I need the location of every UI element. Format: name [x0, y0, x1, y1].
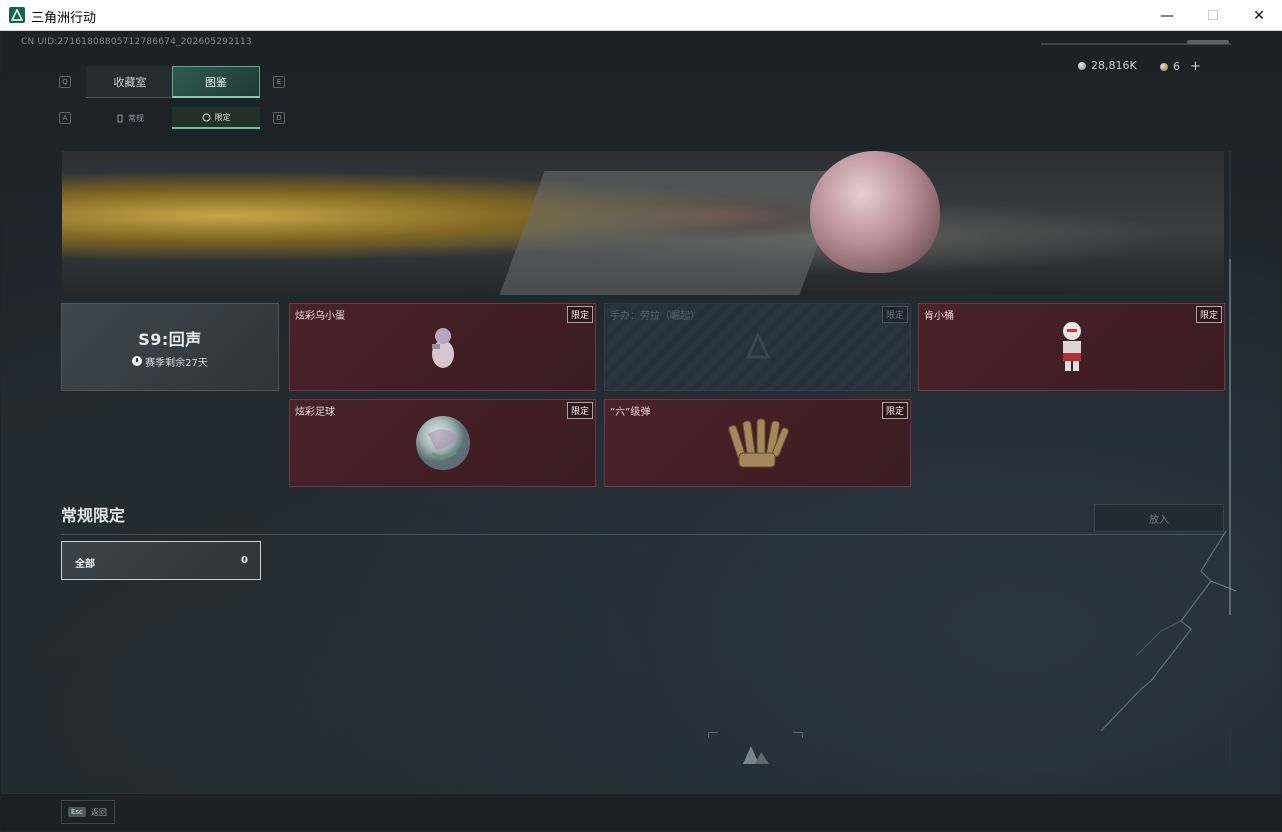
silver-currency[interactable]: 28,816K: [1078, 59, 1137, 72]
subtab-limited-label: 限定: [214, 112, 231, 122]
minimize-button[interactable]: —: [1144, 0, 1190, 31]
figure-small-icon: [117, 114, 123, 122]
subtab-normal[interactable]: 常规: [86, 107, 174, 129]
item-name: 炫彩足球: [295, 407, 335, 418]
tab-codex[interactable]: 图鉴: [172, 66, 260, 98]
top-indicator: [1187, 40, 1229, 44]
limited-badge: 限定: [566, 402, 593, 419]
item-name: 手办：劳拉（崛起）: [610, 311, 700, 322]
season-banner-image: [62, 151, 1224, 295]
subtab-normal-label: 常规: [128, 113, 144, 123]
put-in-button[interactable]: 放入: [1094, 504, 1224, 532]
filter-all-button[interactable]: 全部 0: [61, 541, 261, 580]
gold-coin-icon: [1160, 62, 1168, 71]
key-hint-q: Q: [59, 76, 71, 88]
banner-egg: [810, 151, 940, 273]
maximize-button[interactable]: ☐: [1190, 0, 1236, 31]
item-card-figure[interactable]: 肯小桶 限定: [918, 303, 1225, 391]
app-logo-icon: [9, 7, 25, 23]
limited-badge: 限定: [881, 402, 908, 419]
limited-badge: 限定: [1195, 306, 1222, 323]
section-title: 常规限定: [61, 506, 126, 525]
filter-all-label: 全部: [75, 559, 95, 570]
game-area: CN UID:2716180880571278667​4_20260529211…: [1, 31, 1281, 831]
figure-icon: [1062, 322, 1081, 371]
item-card-egg[interactable]: 炫彩乌小蛋 限定: [289, 303, 596, 391]
window-titlebar: 三角洲行动 — ☐ ✕: [0, 0, 1282, 31]
bullets-icon: [727, 418, 789, 468]
season-card[interactable]: S9:回声 赛季剩余27天: [61, 303, 279, 391]
add-currency-icon[interactable]: +: [1190, 59, 1201, 74]
season-name: S9:回声: [138, 329, 202, 349]
window-title: 三角洲行动: [31, 11, 97, 26]
uid-text: CN UID:2716180880571278667​4_20260529211…: [21, 37, 252, 47]
clock-icon: [132, 356, 143, 366]
gold-currency[interactable]: 6 +: [1160, 59, 1201, 74]
item-name: 肯小桶: [924, 311, 954, 322]
filter-all-count: 0: [241, 555, 248, 566]
item-card-bullets[interactable]: “六”级弹 限定: [604, 399, 911, 487]
limited-small-icon: [202, 113, 210, 121]
key-hint-d: D: [273, 112, 285, 124]
gold-amount: 6: [1173, 60, 1180, 73]
item-card-locked[interactable]: 手办：劳拉（崛起） 限定: [604, 303, 911, 391]
item-name: “六”级弹: [610, 407, 651, 418]
lightning-decoration: [1100, 531, 1237, 731]
silver-coin-icon: [1078, 61, 1086, 70]
logo-bracket-left: [708, 732, 718, 738]
limited-badge: 限定: [566, 306, 593, 323]
season-remaining: 赛季剩余27天: [132, 354, 208, 369]
subtab-limited[interactable]: 限定: [172, 107, 260, 129]
esc-key-hint: Esc: [68, 807, 86, 817]
close-button[interactable]: ✕: [1236, 0, 1282, 31]
season-remaining-text: 赛季剩余27天: [145, 357, 208, 369]
key-hint-e: E: [273, 76, 285, 88]
logo-bracket-right: [793, 732, 803, 738]
back-button[interactable]: Esc 返回: [61, 800, 115, 824]
banner-rug: [499, 171, 845, 295]
egg-figure-icon: [431, 328, 454, 368]
lock-icon: [745, 333, 770, 359]
footer-bar: [1, 793, 1281, 831]
item-name: 炫彩乌小蛋: [295, 311, 345, 322]
item-card-ball[interactable]: 炫彩足球 限定: [289, 399, 596, 487]
key-hint-a: A: [59, 112, 71, 124]
silver-amount: 28,816K: [1091, 59, 1137, 72]
ball-icon: [415, 416, 470, 470]
tab-collection[interactable]: 收藏室: [86, 66, 174, 98]
limited-badge: 限定: [881, 306, 908, 323]
back-label: 返回: [90, 807, 107, 817]
game-logo-icon: [743, 746, 769, 764]
